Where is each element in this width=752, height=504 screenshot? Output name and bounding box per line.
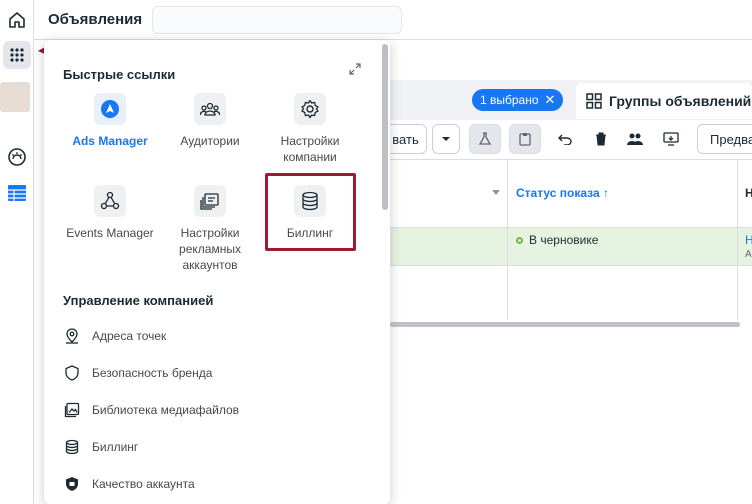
edit-button-label: вать	[392, 131, 419, 147]
ad-account-settings-icon	[194, 185, 226, 217]
list-item-billing[interactable]: Биллинг	[64, 437, 138, 457]
panel-scrollbar[interactable]	[382, 44, 388, 210]
audiences-icon	[194, 93, 226, 125]
location-pin-icon	[66, 328, 78, 344]
delete-button[interactable]	[586, 124, 616, 154]
account-avatar[interactable]	[0, 82, 30, 112]
people-icon	[627, 133, 643, 145]
tile-label: Events Manager	[66, 226, 154, 240]
events-manager-icon	[94, 185, 126, 217]
tab-ad-sets[interactable]: Группы объявлений	[576, 83, 752, 119]
selected-chip-label: 1 выбрано	[480, 93, 539, 107]
tile-label: Аудитории	[180, 134, 240, 148]
export-button[interactable]	[656, 124, 686, 154]
selected-chip[interactable]: 1 выбрано ✕	[472, 89, 564, 111]
table-view-icon[interactable]	[3, 179, 31, 207]
tab-ad-sets-label: Группы объявлений	[609, 93, 752, 109]
edit-button[interactable]: вать	[385, 124, 427, 154]
left-rail	[0, 0, 34, 504]
close-icon[interactable]: ✕	[545, 92, 556, 108]
list-item-brand-safety[interactable]: Безопасность бренда	[64, 363, 212, 383]
shield-icon	[65, 365, 79, 381]
list-item-label: Биллинг	[92, 440, 139, 454]
account-quality-icon	[66, 477, 78, 491]
account-selector[interactable]	[152, 6, 402, 34]
app-grid-icon[interactable]	[3, 41, 31, 69]
top-bar: Объявления	[34, 0, 752, 40]
page-title: Объявления	[48, 11, 143, 28]
tile-label: Настройки рекламных аккаунтов	[179, 226, 241, 272]
column-header-next[interactable]: Н	[745, 186, 752, 200]
tile-ad-account-settings[interactable]: Настройки рекламных аккаунтов	[162, 185, 258, 273]
list-item-label: Безопасность бренда	[92, 366, 213, 380]
column-divider	[507, 160, 508, 320]
list-item-media-library[interactable]: Библиотека медиафайлов	[64, 400, 239, 420]
ads-manager-icon	[94, 93, 126, 125]
undo-icon	[558, 134, 572, 145]
tile-label: Ads Manager	[72, 134, 148, 148]
trash-icon	[596, 132, 606, 146]
column-divider	[737, 160, 738, 320]
tile-ads-manager[interactable]: Ads Manager	[62, 93, 158, 149]
list-item-label: Качество аккаунта	[92, 477, 195, 491]
quick-links-title: Быстрые ссылки	[63, 67, 176, 82]
media-library-icon	[64, 402, 80, 418]
billing-icon	[65, 439, 79, 455]
tile-events-manager[interactable]: Events Manager	[62, 185, 158, 241]
draft-status-icon	[516, 236, 523, 244]
expand-icon[interactable]	[349, 63, 361, 75]
undo-button[interactable]	[550, 124, 580, 154]
audience-button[interactable]	[620, 124, 650, 154]
clipboard-icon	[519, 133, 531, 146]
business-management-title: Управление компанией	[63, 293, 214, 308]
clipboard-button[interactable]	[509, 124, 541, 154]
grid-icon	[586, 93, 602, 109]
flask-icon	[478, 132, 492, 145]
row-status-label: В черновике	[529, 233, 599, 247]
gear-icon	[294, 93, 326, 125]
preview-button-label: Предвар	[710, 131, 752, 147]
ab-test-button[interactable]	[469, 124, 501, 154]
list-item-account-quality[interactable]: Качество аккаунта	[64, 474, 195, 494]
preview-button[interactable]: Предвар	[697, 124, 752, 154]
performance-gauge-icon[interactable]	[3, 143, 31, 171]
row-next-cell[interactable]: Н	[745, 233, 752, 247]
chevron-down-icon	[442, 137, 450, 141]
row-next-sub: А	[745, 249, 752, 260]
home-icon[interactable]	[3, 6, 31, 34]
list-item-store-locations[interactable]: Адреса точек	[64, 326, 166, 346]
export-icon	[663, 132, 679, 146]
tile-business-settings[interactable]: Настройки компании	[262, 93, 358, 165]
list-item-label: Адреса точек	[92, 329, 167, 343]
dropdown-button[interactable]	[432, 124, 460, 154]
list-item-label: Библиотека медиафайлов	[92, 403, 240, 417]
sort-arrow-icon[interactable]	[492, 190, 500, 195]
tile-label: Настройки компании	[280, 134, 340, 164]
tile-audiences[interactable]: Аудитории	[162, 93, 258, 149]
billing-highlight-box	[265, 173, 356, 251]
horizontal-scrollbar[interactable]	[390, 322, 740, 327]
column-header-status[interactable]: Статус показа ↑	[516, 186, 609, 200]
row-status-cell: В черновике	[516, 233, 598, 247]
